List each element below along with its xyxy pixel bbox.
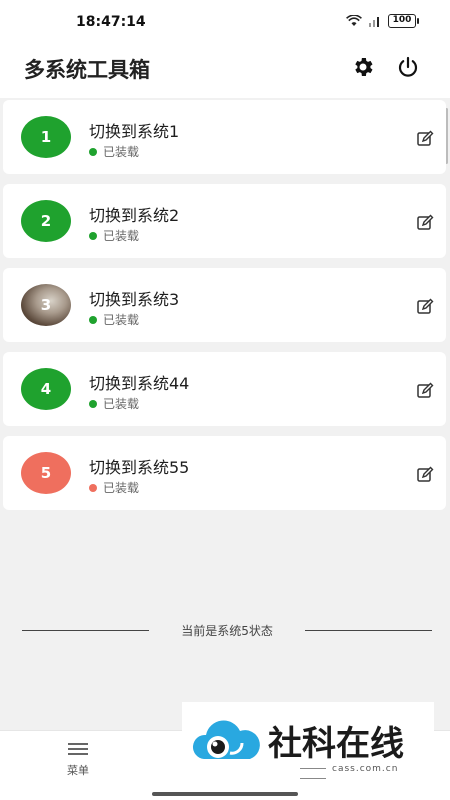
status-text: 已装载 xyxy=(103,313,140,327)
system-card-2[interactable]: 2 切换到系统2 已装载 xyxy=(3,184,446,258)
status-bar: 18:47:14 100 xyxy=(0,0,450,42)
home-indicator[interactable] xyxy=(152,792,298,796)
system-list: 1 切换到系统1 已装载 2 切换到系统2 已装载 3 切换到系统3 已装载 4… xyxy=(3,100,446,520)
status-dot xyxy=(89,147,97,156)
system-badge: 3 xyxy=(21,284,71,326)
status-text: 已装载 xyxy=(103,397,140,411)
system-card-5[interactable]: 5 切换到系统55 已装载 xyxy=(3,436,446,510)
system-badge: 4 xyxy=(21,368,71,410)
battery-icon: 100 xyxy=(388,14,419,28)
system-title: 切换到系统55 xyxy=(89,458,190,477)
current-state-divider: 当前是系统5状态 xyxy=(22,620,433,640)
wifi-icon xyxy=(346,15,362,26)
menu-label: 菜单 xyxy=(67,764,89,777)
system-badge: 5 xyxy=(21,452,71,494)
edit-icon[interactable] xyxy=(416,214,434,232)
page-title: 多系统工具箱 xyxy=(24,58,150,82)
status-dot xyxy=(89,315,97,324)
status-dot xyxy=(89,399,97,408)
divider-line xyxy=(304,629,433,631)
system-title: 切换到系统2 xyxy=(89,206,180,225)
watermark-logo-icon xyxy=(192,720,260,759)
edit-icon[interactable] xyxy=(416,382,434,400)
edit-icon[interactable] xyxy=(416,130,434,148)
system-status: 已装载 xyxy=(89,479,139,496)
status-text: 已装载 xyxy=(103,481,140,495)
edit-icon[interactable] xyxy=(416,466,434,484)
divider-line xyxy=(22,629,150,631)
system-badge: 1 xyxy=(21,116,71,158)
status-dot xyxy=(89,483,97,492)
system-card-4[interactable]: 4 切换到系统44 已装载 xyxy=(3,352,446,426)
edit-icon[interactable] xyxy=(416,298,434,316)
power-icon xyxy=(398,56,418,77)
gear-icon xyxy=(355,58,373,76)
system-title: 切换到系统3 xyxy=(89,290,180,309)
system-badge: 2 xyxy=(21,200,71,242)
system-card-1[interactable]: 1 切换到系统1 已装载 xyxy=(3,100,446,174)
system-status: 已装载 xyxy=(89,395,139,412)
watermark-name: 社科在线 xyxy=(268,724,404,764)
system-card-3[interactable]: 3 切换到系统3 已装载 xyxy=(3,268,446,342)
power-button[interactable] xyxy=(393,52,423,82)
status-time: 18:47:14 xyxy=(76,14,146,30)
system-status: 已装载 xyxy=(89,143,139,160)
status-text: 已装载 xyxy=(103,229,140,243)
system-title: 切换到系统1 xyxy=(89,122,180,141)
system-title: 切换到系统44 xyxy=(89,374,190,393)
status-icons: 100 xyxy=(346,14,419,28)
watermark: 社科在线 cass.com.cn xyxy=(182,702,434,784)
status-dot xyxy=(89,231,97,240)
settings-button[interactable] xyxy=(348,52,378,82)
system-status: 已装载 xyxy=(89,227,139,244)
status-text: 已装载 xyxy=(103,145,140,159)
app-header: 多系统工具箱 xyxy=(0,42,450,98)
menu-icon xyxy=(68,743,88,758)
watermark-url: cass.com.cn xyxy=(294,764,434,784)
current-state-text: 当前是系统5状态 xyxy=(181,623,273,638)
menu-tab[interactable]: 菜单 xyxy=(58,743,98,778)
app-screen: 18:47:14 100 多系统工具箱 1 切换到系统1 已装载 2 切换到系统… xyxy=(0,0,450,800)
signal-icon xyxy=(369,17,379,27)
system-status: 已装载 xyxy=(89,311,139,328)
